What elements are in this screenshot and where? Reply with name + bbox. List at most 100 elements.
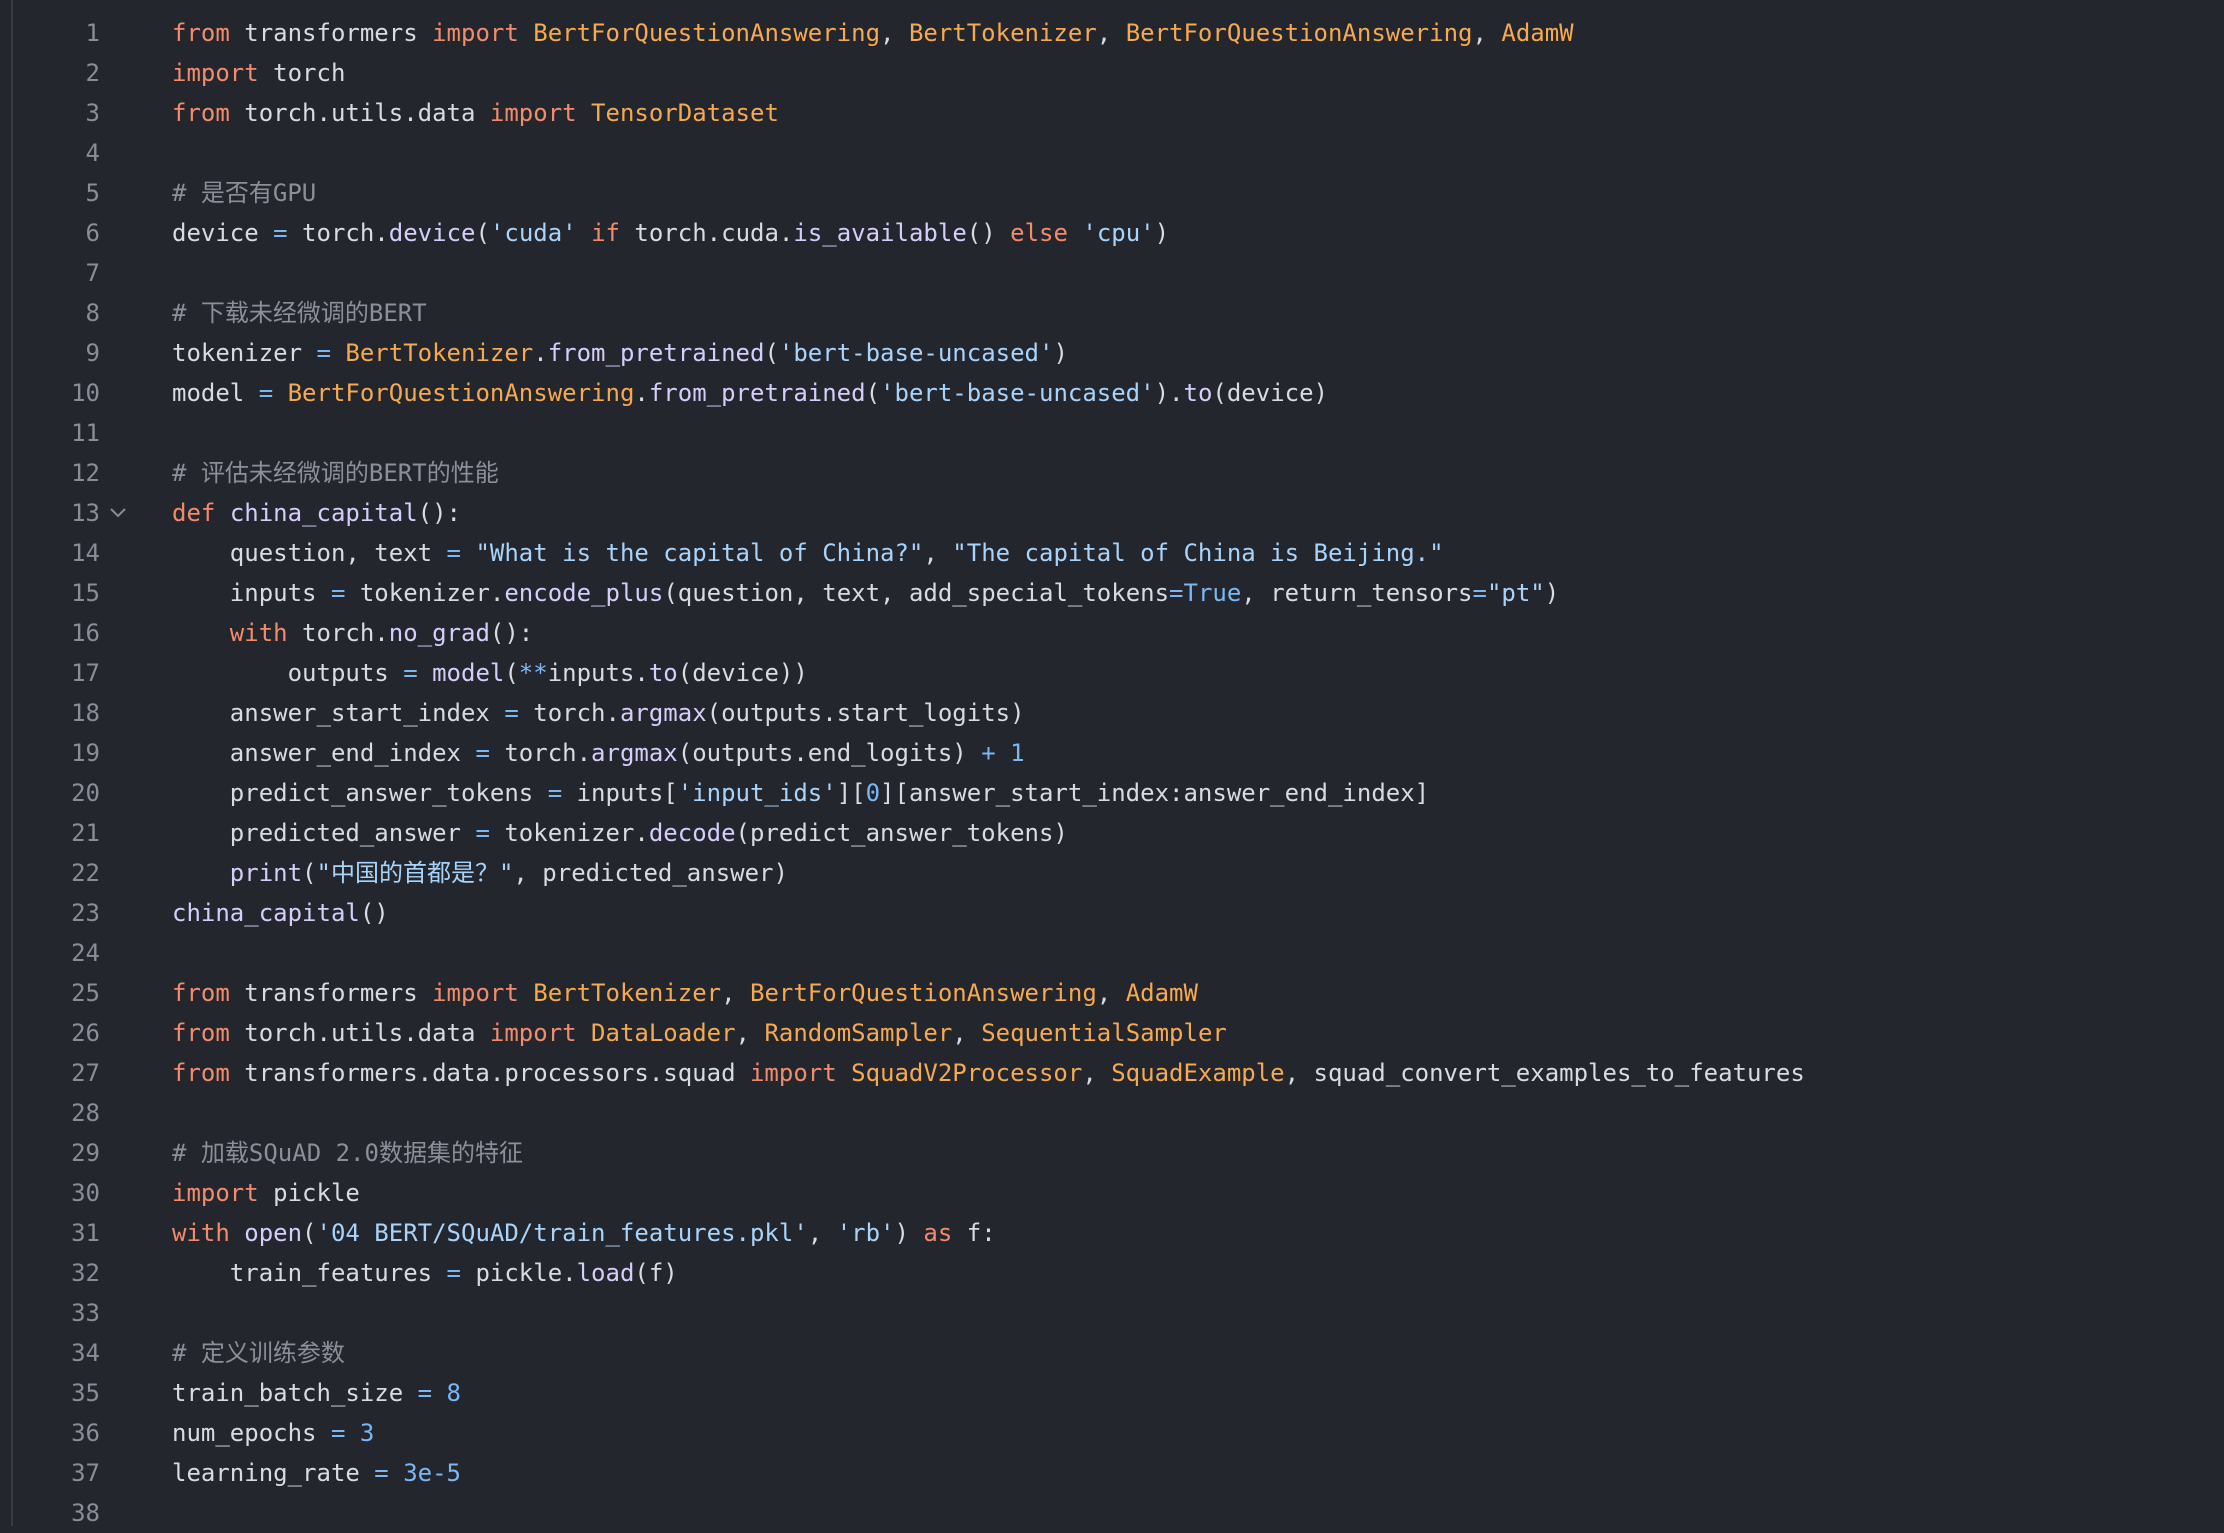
code-line[interactable]: 1 from transformers import BertForQuestio… <box>0 13 2224 53</box>
code-line[interactable]: 17 outputs = model(**inputs.to(device)) <box>0 653 2224 693</box>
code-line[interactable]: 34 # 定义训练参数 <box>0 1333 2224 1373</box>
code-line[interactable]: 4 <box>0 133 2224 173</box>
code-text: # 评估未经微调的BERT的性能 <box>172 453 499 493</box>
line-number: 32 <box>71 1259 100 1287</box>
line-number: 29 <box>71 1139 100 1167</box>
code-line[interactable]: 38 <box>0 1493 2224 1533</box>
code-line[interactable]: 16 with torch.no_grad(): <box>0 613 2224 653</box>
code-text: num_epochs = 3 <box>172 1413 374 1453</box>
line-number: 38 <box>71 1499 100 1527</box>
class-token: BertForQuestionAnswering <box>287 379 635 407</box>
code-line[interactable]: 25 from transformers import BertTokenizer… <box>0 973 2224 1013</box>
code-text: import torch <box>172 53 345 93</box>
code-text: with open('04 BERT/SQuAD/train_features.… <box>172 1213 996 1253</box>
code-text: from transformers import BertForQuestion… <box>172 13 1574 53</box>
code-text: print("中国的首都是？", predicted_answer) <box>172 853 788 893</box>
function-token: to <box>1183 379 1213 407</box>
comment-token: # 下载未经微调的BERT <box>172 299 427 327</box>
code-line[interactable]: 28 <box>0 1093 2224 1133</box>
code-line[interactable]: 9 tokenizer = BertTokenizer.from_pretrain… <box>0 333 2224 373</box>
code-text: predict_answer_tokens = inputs['input_id… <box>172 773 1429 813</box>
class-token: SquadV2Processor <box>851 1059 1083 1087</box>
line-number: 12 <box>71 459 100 487</box>
code-line[interactable]: 31 with open('04 BERT/SQuAD/train_feature… <box>0 1213 2224 1253</box>
line-number: 33 <box>71 1299 100 1327</box>
code-line[interactable]: 6 device = torch.device('cuda' if torch.c… <box>0 213 2224 253</box>
code-line[interactable]: 20 predict_answer_tokens = inputs['input… <box>0 773 2224 813</box>
code-token: , <box>807 1219 837 1247</box>
line-number: 30 <box>71 1179 100 1207</box>
code-text: train_features = pickle.load(f) <box>172 1253 678 1293</box>
function-token: argmax <box>619 699 707 727</box>
code-line[interactable]: 10 model = BertForQuestionAnswering.from_… <box>0 373 2224 413</box>
code-line[interactable]: 32 train_features = pickle.load(f) <box>0 1253 2224 1293</box>
class-token: SquadExample <box>1111 1059 1285 1087</box>
code-token: torch. <box>518 699 620 727</box>
code-line[interactable]: 27 from transformers.data.processors.squa… <box>0 1053 2224 1093</box>
code-token: question, text <box>172 539 447 567</box>
code-line[interactable]: 30 import pickle <box>0 1173 2224 1213</box>
code-token: tokenizer. <box>345 579 505 607</box>
code-line[interactable]: 14 question, text = "What is the capital… <box>0 533 2224 573</box>
code-text: # 加载SQuAD 2.0数据集的特征 <box>172 1133 523 1173</box>
function-token: from_pretrained <box>547 339 765 367</box>
code-token: , <box>1096 19 1126 47</box>
code-line[interactable]: 21 predicted_answer = tokenizer.decode(p… <box>0 813 2224 853</box>
code-line[interactable]: 26 from torch.utils.data import DataLoade… <box>0 1013 2224 1053</box>
code-line[interactable]: 3 from torch.utils.data import TensorData… <box>0 93 2224 133</box>
line-number: 1 <box>85 19 100 47</box>
code-line[interactable]: 2 import torch <box>0 53 2224 93</box>
code-editor[interactable]: 1 from transformers import BertForQuestio… <box>0 0 2224 1527</box>
line-number: 21 <box>71 819 100 847</box>
code-token: pickle. <box>461 1259 577 1287</box>
line-number: 22 <box>71 859 100 887</box>
line-number: 14 <box>71 539 100 567</box>
code-line[interactable]: 37 learning_rate = 3e-5 <box>0 1453 2224 1493</box>
string-token: 'rb' <box>836 1219 895 1247</box>
code-line[interactable]: 36 num_epochs = 3 <box>0 1413 2224 1453</box>
code-line[interactable]: 8 # 下载未经微调的BERT <box>0 293 2224 333</box>
code-line[interactable]: 15 inputs = tokenizer.encode_plus(questi… <box>0 573 2224 613</box>
code-line[interactable]: 35 train_batch_size = 8 <box>0 1373 2224 1413</box>
operator-token: = <box>446 1259 461 1287</box>
code-token: torch.cuda. <box>619 219 794 247</box>
code-line[interactable]: 22 print("中国的首都是？", predicted_answer) <box>0 853 2224 893</box>
code-line[interactable]: 23 china_capital() <box>0 893 2224 933</box>
code-line[interactable]: 7 <box>0 253 2224 293</box>
code-token: ) <box>1053 339 1068 367</box>
line-number: 35 <box>71 1379 100 1407</box>
code-token: ( <box>504 659 519 687</box>
code-token: torch.utils.data <box>229 1019 490 1047</box>
function-token: decode <box>648 819 736 847</box>
class-token: AdamW <box>1501 19 1574 47</box>
code-token: (outputs.end_logits) <box>677 739 982 767</box>
operator-token: = <box>374 1459 389 1487</box>
code-text: question, text = "What is the capital of… <box>172 533 1444 573</box>
string-token: 'input_ids' <box>677 779 837 807</box>
code-line[interactable]: 29 # 加载SQuAD 2.0数据集的特征 <box>0 1133 2224 1173</box>
code-token: , <box>1096 979 1126 1007</box>
code-line[interactable]: 33 <box>0 1293 2224 1333</box>
keyword-token: def <box>172 499 216 527</box>
chevron-down-icon[interactable] <box>106 493 132 533</box>
string-token: 'cpu' <box>1082 219 1155 247</box>
code-line[interactable]: 13 def china_capital(): <box>0 493 2224 533</box>
code-line[interactable]: 18 answer_start_index = torch.argmax(out… <box>0 693 2224 733</box>
code-line[interactable]: 24 <box>0 933 2224 973</box>
code-token: learning_rate <box>172 1459 375 1487</box>
number-token: 3e-5 <box>403 1459 461 1487</box>
code-token: tokenizer. <box>489 819 649 847</box>
number-token: 8 <box>446 1379 461 1407</box>
code-line[interactable]: 11 <box>0 413 2224 453</box>
line-number: 5 <box>85 179 100 207</box>
operator-token: = <box>475 819 490 847</box>
code-line[interactable]: 19 answer_end_index = torch.argmax(outpu… <box>0 733 2224 773</box>
code-line[interactable]: 5 # 是否有GPU <box>0 173 2224 213</box>
string-token: "What is the capital of China?" <box>475 539 924 567</box>
code-line[interactable]: 12 # 评估未经微调的BERT的性能 <box>0 453 2224 493</box>
code-text: outputs = model(**inputs.to(device)) <box>172 653 808 693</box>
